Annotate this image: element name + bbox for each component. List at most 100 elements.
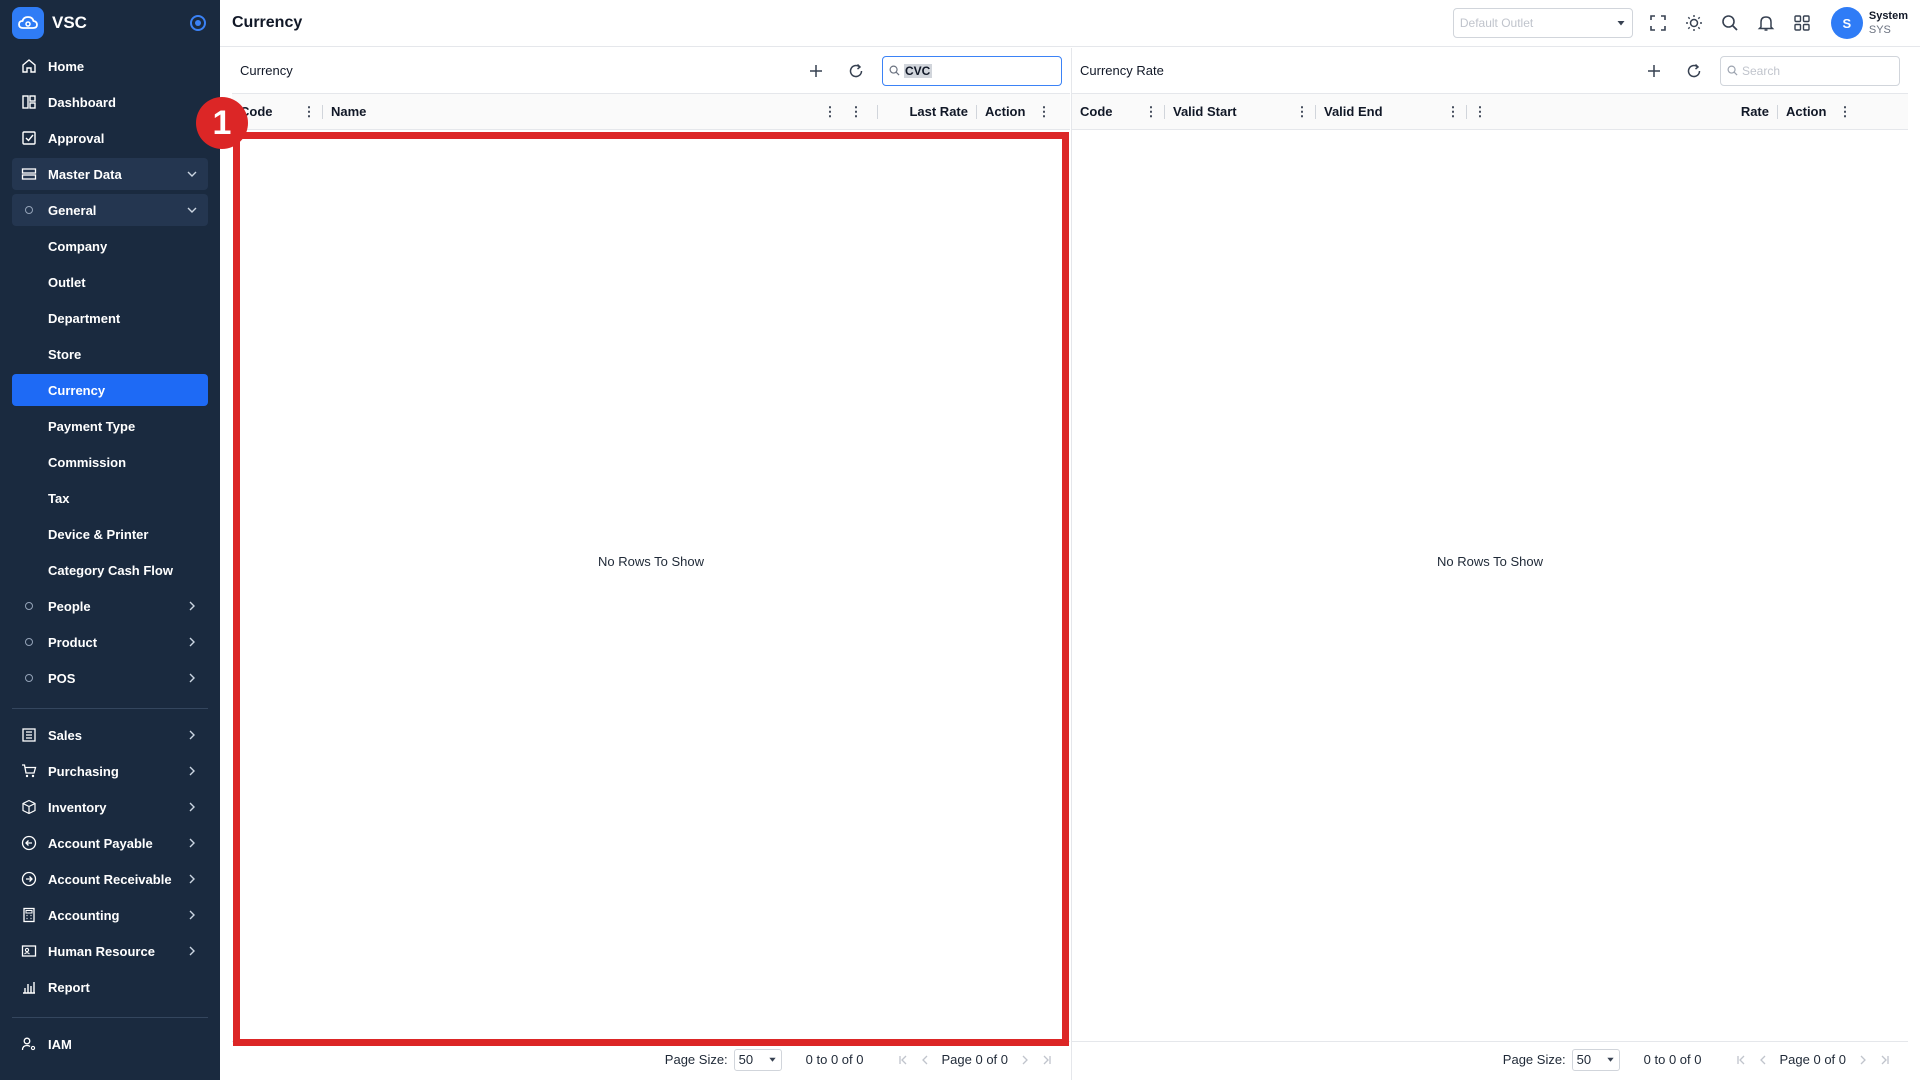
sidebar-item-department[interactable]: Department bbox=[12, 302, 208, 334]
sidebar-item-sales[interactable]: Sales bbox=[12, 719, 208, 751]
caret-down-icon bbox=[769, 1057, 776, 1062]
column-menu-icon[interactable]: ⋮ bbox=[850, 104, 863, 120]
column-menu-icon[interactable]: ⋮ bbox=[824, 104, 837, 120]
column-menu-icon[interactable]: ⋮ bbox=[1474, 104, 1487, 120]
outlet-select-placeholder: Default Outlet bbox=[1459, 16, 1534, 30]
sidebar-item-label: Commission bbox=[48, 454, 127, 470]
column-menu-icon[interactable]: ⋮ bbox=[1038, 104, 1051, 120]
user-menu[interactable]: S System SYS bbox=[1830, 7, 1908, 39]
refresh-rate-button[interactable] bbox=[1680, 57, 1708, 85]
column-menu-icon[interactable]: ⋮ bbox=[1296, 104, 1309, 120]
search-icon[interactable] bbox=[1719, 12, 1741, 34]
currency-rate-search-input[interactable] bbox=[1742, 63, 1882, 78]
sidebar-item-label: Store bbox=[48, 346, 82, 362]
page-size-select[interactable]: 50 bbox=[1571, 1048, 1620, 1071]
first-page-icon[interactable] bbox=[1732, 1051, 1750, 1069]
column-header-label: Rate bbox=[1740, 104, 1769, 119]
column-menu-icon[interactable]: ⋮ bbox=[1447, 104, 1460, 120]
sidebar-item-master-data[interactable]: Master Data bbox=[12, 158, 208, 190]
sidebar-item-inventory[interactable]: Inventory bbox=[12, 791, 208, 823]
user-key-icon bbox=[20, 1035, 38, 1053]
refresh-currency-button[interactable] bbox=[842, 57, 870, 85]
sidebar-item-tax[interactable]: Tax bbox=[12, 482, 208, 514]
sidebar-item-human-resource[interactable]: Human Resource bbox=[12, 935, 208, 967]
sidebar-item-label: Department bbox=[48, 310, 121, 326]
add-currency-button[interactable] bbox=[802, 57, 830, 85]
sidebar-item-label: Account Payable bbox=[48, 835, 153, 851]
column-header-valid-start[interactable]: Valid Start ⋮ bbox=[1165, 94, 1315, 129]
sidebar-item-people[interactable]: People bbox=[12, 590, 208, 622]
sidebar-item-payment-type[interactable]: Payment Type bbox=[12, 410, 208, 442]
sidebar-toggle-icon[interactable] bbox=[190, 15, 206, 31]
sidebar-item-report[interactable]: Report bbox=[12, 971, 208, 1003]
page-size-label: Page Size: bbox=[664, 1052, 728, 1067]
sidebar-item-iam[interactable]: IAM bbox=[12, 1028, 208, 1060]
first-page-icon[interactable] bbox=[894, 1051, 912, 1069]
page-size-select[interactable]: 50 bbox=[733, 1048, 782, 1071]
chevron-right-icon bbox=[186, 672, 198, 684]
sidebar-divider bbox=[12, 1017, 208, 1018]
user-name: System bbox=[1868, 10, 1908, 22]
currency-grid-body: No Rows To Show bbox=[232, 130, 1070, 1041]
sidebar-item-commission[interactable]: Commission bbox=[12, 446, 208, 478]
column-header-label: Valid End bbox=[1324, 104, 1383, 119]
column-header-action[interactable]: Action ⋮ bbox=[1778, 94, 1858, 129]
empty-state-message: No Rows To Show bbox=[598, 554, 704, 569]
column-menu-icon[interactable]: ⋮ bbox=[303, 104, 316, 120]
previous-page-icon[interactable] bbox=[1754, 1051, 1772, 1069]
sidebar-item-home[interactable]: Home bbox=[12, 50, 208, 82]
sidebar-item-company[interactable]: Company bbox=[12, 230, 208, 262]
column-menu-icon[interactable]: ⋮ bbox=[1839, 104, 1852, 120]
add-rate-button[interactable] bbox=[1640, 57, 1668, 85]
currency-rate-search[interactable] bbox=[1720, 55, 1900, 86]
sidebar-item-dashboard[interactable]: Dashboard bbox=[12, 86, 208, 118]
bell-icon[interactable] bbox=[1755, 12, 1777, 34]
previous-page-icon[interactable] bbox=[916, 1051, 934, 1069]
sidebar-item-label: Sales bbox=[48, 727, 82, 743]
outlet-select[interactable]: Default Outlet bbox=[1452, 8, 1633, 38]
sidebar-item-label: Currency bbox=[48, 382, 106, 398]
column-header-code[interactable]: Code ⋮ bbox=[1072, 94, 1164, 129]
chevron-right-icon bbox=[186, 801, 198, 813]
column-header-extra[interactable]: ⋮ bbox=[843, 94, 877, 129]
column-header-extra[interactable]: ⋮ Rate bbox=[1467, 94, 1777, 129]
sidebar-item-account-receivable[interactable]: Account Receivable bbox=[12, 863, 208, 895]
last-page-icon[interactable] bbox=[1038, 1051, 1056, 1069]
column-menu-icon[interactable]: ⋮ bbox=[1145, 104, 1158, 120]
next-page-icon[interactable] bbox=[1854, 1051, 1872, 1069]
sidebar-item-general[interactable]: General bbox=[12, 194, 208, 226]
sidebar-item-label: Master Data bbox=[48, 166, 122, 182]
approval-icon bbox=[20, 129, 38, 147]
currency-panel: Currency Code ⋮ Name ⋮ ⋮ Last Rate bbox=[232, 48, 1070, 1080]
sidebar-item-store[interactable]: Store bbox=[12, 338, 208, 370]
sidebar-item-currency[interactable]: Currency bbox=[12, 374, 208, 406]
apps-grid-icon[interactable] bbox=[1791, 12, 1813, 34]
last-page-icon[interactable] bbox=[1876, 1051, 1894, 1069]
empty-state-message: No Rows To Show bbox=[1437, 554, 1543, 569]
next-page-icon[interactable] bbox=[1016, 1051, 1034, 1069]
sidebar-item-label: Purchasing bbox=[48, 763, 119, 779]
currency-search[interactable] bbox=[882, 55, 1062, 86]
fullscreen-icon[interactable] bbox=[1647, 12, 1669, 34]
currency-search-input[interactable] bbox=[904, 63, 932, 78]
sidebar-item-category-cash-flow[interactable]: Category Cash Flow bbox=[12, 554, 208, 586]
column-header-last-rate[interactable]: Last Rate bbox=[878, 94, 976, 129]
sidebar-item-purchasing[interactable]: Purchasing bbox=[12, 755, 208, 787]
sidebar-item-label: Accounting bbox=[48, 907, 120, 923]
sidebar-item-pos[interactable]: POS bbox=[12, 662, 208, 694]
page-size-control: Page Size: 50 bbox=[1503, 1048, 1620, 1071]
sidebar-item-product[interactable]: Product bbox=[12, 626, 208, 658]
sidebar-item-device-printer[interactable]: Device & Printer bbox=[12, 518, 208, 550]
column-header-name[interactable]: Name ⋮ bbox=[323, 94, 843, 129]
sidebar-item-outlet[interactable]: Outlet bbox=[12, 266, 208, 298]
column-header-action[interactable]: Action ⋮ bbox=[977, 94, 1057, 129]
sun-icon[interactable] bbox=[1683, 12, 1705, 34]
dot-icon bbox=[20, 633, 38, 651]
chevron-right-icon bbox=[186, 873, 198, 885]
sidebar-item-account-payable[interactable]: Account Payable bbox=[12, 827, 208, 859]
sidebar-item-label: Inventory bbox=[48, 799, 107, 815]
sidebar-item-accounting[interactable]: Accounting bbox=[12, 899, 208, 931]
column-header-valid-end[interactable]: Valid End ⋮ bbox=[1316, 94, 1466, 129]
sidebar-item-approval[interactable]: Approval bbox=[12, 122, 208, 154]
page-size-control: Page Size: 50 bbox=[664, 1048, 782, 1071]
